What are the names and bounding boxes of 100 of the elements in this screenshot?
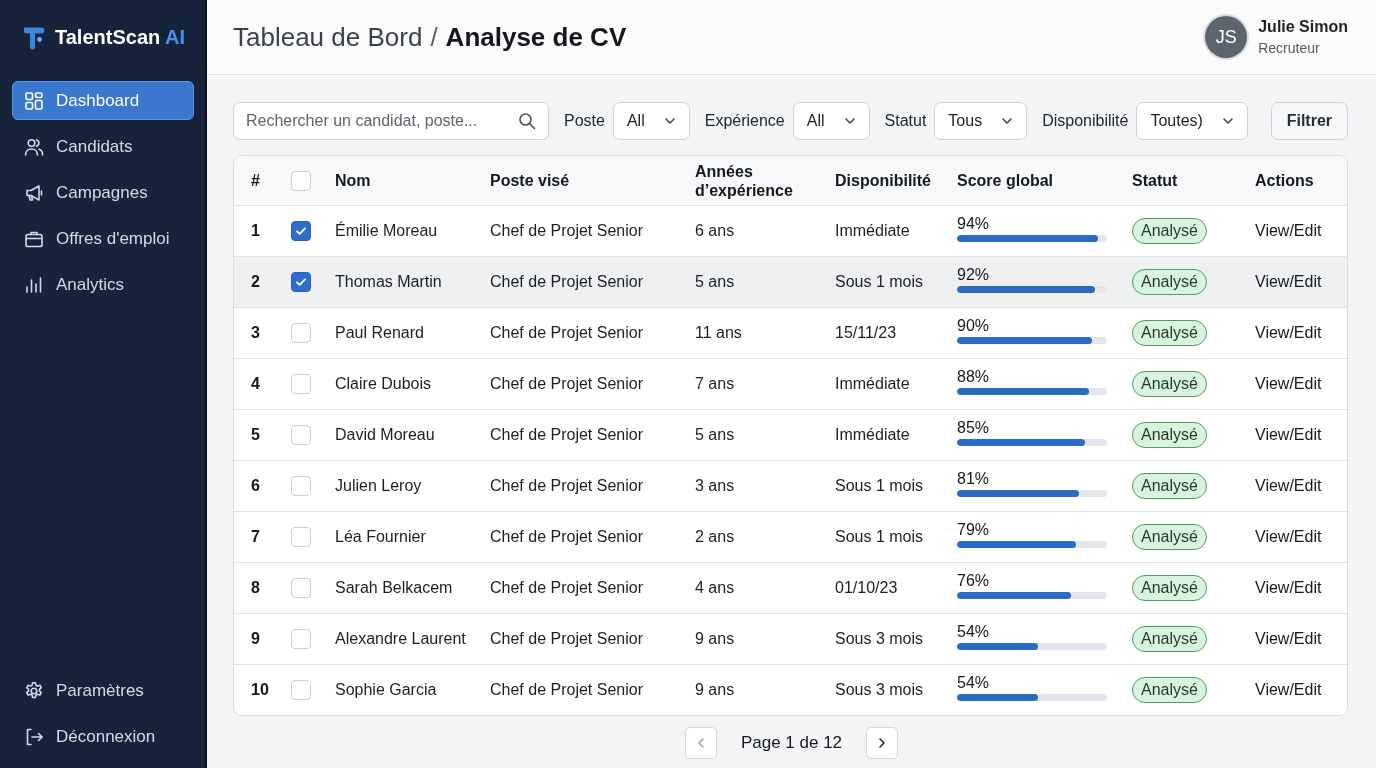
user-name: Julie Simon [1258, 18, 1348, 36]
status-pill: Analysé [1132, 218, 1207, 244]
filter-label: Poste [564, 112, 605, 130]
dropdown[interactable]: Toutes) [1136, 102, 1248, 140]
view-edit-link[interactable]: View/Edit [1255, 630, 1347, 648]
table-row[interactable]: 2 Thomas Martin Chef de Projet Senior 5 ans Sous 1 mois 92% Analysé View/Edit [234, 256, 1347, 307]
score-value: 94% [957, 214, 990, 232]
table-cell-text: Chef de Projet Senior [490, 630, 644, 648]
filter-label: Disponibilité [1042, 112, 1129, 130]
table-cell-text: Chef de Projet Senior [490, 528, 644, 546]
table-cell-text: 7 ans [695, 375, 736, 393]
table-cell-text: Chef de Projet Senior [490, 681, 644, 699]
table-cell-text: Immédiate [835, 426, 911, 444]
table-cell-text: Léa Fournier [335, 528, 427, 546]
filter-button[interactable]: Filtrer [1270, 102, 1348, 140]
table-cell-text: Émilie Moreau [335, 222, 439, 240]
checkbox[interactable] [291, 221, 311, 241]
row-number: 3 [250, 324, 261, 342]
view-edit-link[interactable]: View/Edit [1255, 375, 1347, 393]
view-edit-link[interactable]: View/Edit [1255, 579, 1347, 597]
logout-icon [24, 726, 44, 747]
column-header: Score global [957, 171, 1055, 190]
search-field[interactable]: Rechercher un candidat, poste... [233, 102, 549, 140]
settings-icon [24, 680, 44, 701]
table-cell-text: Julien Leroy [335, 477, 423, 495]
row-number: 9 [250, 630, 261, 648]
score-value: 90% [957, 316, 990, 334]
column-header: Disponibilité [835, 171, 932, 190]
view-edit-link[interactable]: View/Edit [1255, 222, 1347, 240]
status-pill: Analysé [1132, 320, 1207, 346]
table-cell-text: 4 ans [695, 579, 736, 597]
score-value: 92% [957, 265, 990, 283]
table-cell-text: Alexandre Laurent [335, 630, 467, 648]
table-cell-text: Chef de Projet Senior [490, 222, 644, 240]
row-number: 8 [250, 579, 261, 597]
table-cell-text: Sarah Belkacem [335, 579, 454, 597]
search-icon [518, 112, 536, 130]
table-cell-text: Chef de Projet Senior [490, 426, 644, 444]
row-number: 10 [250, 681, 270, 699]
bar-chart-icon [24, 274, 44, 295]
page-title: Analyse de CV [445, 21, 627, 53]
sidebar-item[interactable]: Analytics [12, 265, 194, 304]
column-header: # [250, 171, 261, 190]
table-cell-text: Chef de Projet Senior [490, 324, 644, 342]
grid-icon [24, 90, 44, 111]
table-cell-text: 3 ans [695, 477, 736, 495]
row-number: 1 [250, 222, 261, 240]
view-edit-link[interactable]: View/Edit [1255, 426, 1347, 444]
table-cell-text: 5 ans [695, 273, 736, 291]
table-cell-text: David Moreau [335, 426, 436, 444]
table-cell-text: 9 ans [695, 681, 736, 699]
score-value: 54% [957, 673, 990, 691]
megaphone-icon [24, 182, 44, 203]
filter-label: Expérience [704, 112, 785, 130]
dropdown[interactable]: All [612, 102, 690, 140]
view-edit-link[interactable]: View/Edit [1255, 477, 1347, 495]
table-cell-text: 11 ans [695, 324, 743, 342]
score-value: 81% [957, 469, 990, 487]
view-edit-link[interactable]: View/Edit [1255, 528, 1347, 546]
row-number: 6 [250, 477, 261, 495]
view-edit-link[interactable]: View/Edit [1255, 273, 1347, 291]
sidebar-item[interactable]: Paramètres [12, 671, 194, 710]
table-cell-text: Chef de Projet Senior [490, 375, 644, 393]
score-value: 76% [957, 571, 990, 589]
sidebar-item[interactable]: Campagnes [12, 173, 194, 212]
table-cell-text: 01/10/23 [835, 579, 899, 597]
sidebar-item[interactable]: Dashboard [12, 81, 194, 120]
status-pill: Analysé [1132, 269, 1207, 295]
score-value: 88% [957, 367, 990, 385]
dropdown[interactable]: All [792, 102, 870, 140]
sidebar-item[interactable]: Déconnexion [12, 717, 194, 756]
column-header: Actions [1255, 171, 1315, 190]
checkbox[interactable] [291, 272, 311, 292]
table-cell-text: Thomas Martin [335, 273, 443, 291]
sidebar-item[interactable]: Offres d'emploi [12, 219, 194, 258]
table-cell-text: 15/11/23 [835, 324, 898, 342]
breadcrumb-link[interactable]: Tableau de Bord [233, 21, 423, 53]
user-avatar[interactable]: JS [1205, 16, 1248, 58]
table-cell-text: Claire Dubois [335, 375, 433, 393]
user-role: Recruteur [1258, 40, 1321, 56]
table-cell-text: Chef de Projet Senior [490, 273, 644, 291]
column-header: Nom [335, 171, 372, 190]
row-number: 4 [250, 375, 261, 393]
table-cell-text: 5 ans [695, 426, 736, 444]
table-cell-text: Sous 3 mois [835, 681, 925, 699]
table-row[interactable]: 10 Sophie Garcia Chef de Projet Senior 9 ans Sous 3 mois 54% Analysé View/Edit [234, 664, 1347, 715]
filter-label: Statut [884, 112, 927, 130]
table-cell-text: Sous 3 mois [835, 630, 925, 648]
status-pill: Analysé [1132, 473, 1207, 499]
sidebar-item[interactable]: Candidats [12, 127, 194, 166]
previous-page-button[interactable] [684, 727, 717, 759]
score-value: 54% [957, 622, 990, 640]
next-page-button[interactable] [866, 727, 899, 759]
table-cell-text: Sous 1 mois [835, 477, 925, 495]
column-header: Années d’expérience [695, 161, 794, 200]
view-edit-link[interactable]: View/Edit [1255, 324, 1347, 342]
breadcrumb-separator: / [430, 21, 438, 53]
table-cell-text: 6 ans [695, 222, 736, 240]
view-edit-link[interactable]: View/Edit [1255, 681, 1347, 699]
dropdown[interactable]: Tous [934, 102, 1028, 140]
